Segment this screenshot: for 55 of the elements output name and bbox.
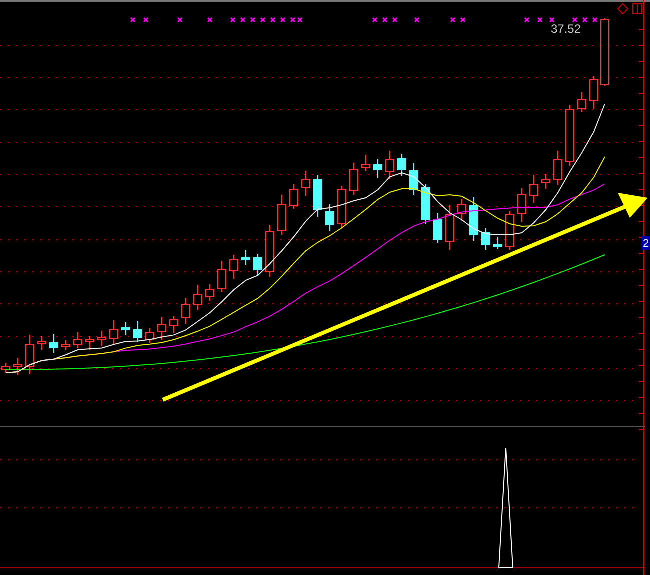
candlestick: [158, 316, 166, 340]
candlestick: [98, 330, 106, 346]
candlestick: [600, 18, 610, 86]
candlestick: [386, 150, 394, 180]
axis-badge: 2: [642, 236, 650, 250]
candlestick: [194, 284, 202, 310]
candlestick: [566, 104, 574, 166]
candlestick: [218, 260, 226, 292]
candlestick: [122, 322, 130, 336]
candlestick: [146, 328, 154, 344]
diamond-icon[interactable]: [617, 3, 629, 15]
candlestick: [470, 196, 478, 242]
candlestick: [518, 188, 526, 222]
candlestick: [254, 254, 262, 276]
split-panel-icon[interactable]: [632, 4, 642, 14]
candlestick: [86, 336, 94, 350]
candlestick: [266, 224, 274, 278]
candlestick: [314, 174, 322, 218]
candlestick: [62, 340, 70, 350]
candlestick: [110, 320, 118, 346]
candlestick: [14, 358, 22, 376]
candlestick: [338, 186, 346, 230]
candlestick: [302, 170, 310, 196]
candlestick: [530, 174, 538, 204]
price-label: 37.52: [551, 22, 582, 36]
candlestick: [554, 150, 562, 186]
candlestick: [374, 158, 382, 178]
candlestick: [422, 184, 430, 224]
candlestick: [590, 76, 598, 110]
candlestick: [182, 298, 190, 324]
candlestick: [170, 316, 178, 334]
candlestick: [38, 336, 46, 350]
candlestick: [458, 198, 466, 222]
candlestick: [482, 228, 490, 250]
candlestick: [206, 284, 214, 302]
candlestick: [290, 184, 298, 210]
candlestick: [74, 332, 82, 348]
candlestick: [278, 194, 286, 236]
candlestick: [134, 320, 142, 342]
candlestick: [494, 236, 502, 250]
candlestick: [230, 254, 238, 280]
candlestick: [446, 204, 454, 250]
candlestick: [410, 162, 418, 196]
candlestick: [326, 204, 334, 232]
candlestick: [2, 362, 10, 374]
candlestick: [398, 154, 406, 176]
candlestick: [26, 334, 34, 374]
candlestick: [350, 162, 358, 196]
candlestick: [434, 212, 442, 244]
candlestick: [542, 174, 550, 190]
candlestick: [578, 92, 586, 112]
candlestick: [362, 154, 370, 172]
candlestick: [242, 250, 250, 266]
candlestick: [506, 210, 514, 250]
candlestick: [50, 334, 58, 354]
